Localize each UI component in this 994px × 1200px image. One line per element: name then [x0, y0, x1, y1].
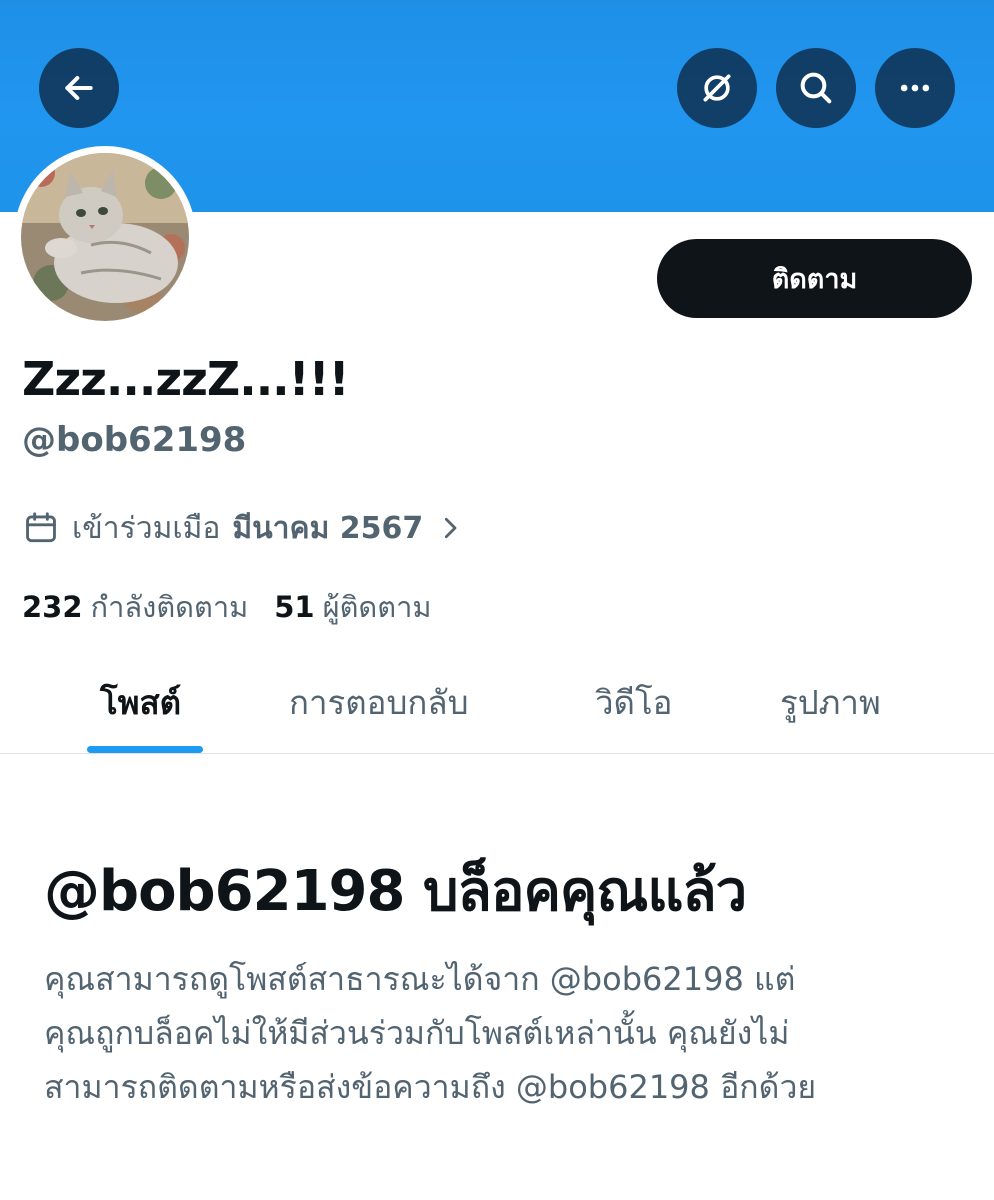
following-count: 232: [22, 590, 83, 624]
arrow-left-icon: [65, 76, 93, 100]
tab-replies[interactable]: การตอบกลับ: [289, 672, 469, 732]
grok-icon: [703, 74, 731, 102]
joined-date: มีนาคม 2567: [232, 510, 424, 546]
followers-link[interactable]: 51 ผู้ติดตาม: [274, 584, 431, 630]
blocked-message: คุณสามารถดูโพสต์สาธารณะได้จาก @bob62198 …: [44, 952, 964, 1114]
joined-date-row[interactable]: เข้าร่วมเมือ มีนาคม 2567: [22, 506, 465, 550]
profile-handle: @bob62198: [22, 420, 247, 460]
following-link[interactable]: 232 กำลังติดตาม: [22, 584, 248, 630]
joined-prefix: เข้าร่วมเมือ: [72, 510, 221, 546]
more-horizontal-icon: [900, 84, 930, 92]
search-icon: [800, 72, 832, 104]
active-tab-indicator: [87, 746, 203, 753]
grok-button[interactable]: [677, 48, 757, 128]
cat-avatar-image: [21, 153, 189, 321]
following-label: กำลังติดตาม: [90, 590, 249, 624]
avatar[interactable]: [21, 153, 189, 321]
profile-tabs: โพสต์ การตอบกลับ วิดีโอ รูปภาพ: [0, 654, 994, 754]
search-button[interactable]: [776, 48, 856, 128]
display-name: Zzz...zzZ...!!!: [22, 352, 350, 406]
blocked-title: @bob62198 บล็อคคุณแล้ว: [44, 859, 747, 924]
chevron-right-icon: [435, 513, 465, 543]
blocked-message-line: สามารถติดตามหรือส่งข้อความถึง @bob62198 …: [44, 1068, 817, 1106]
blocked-message-line: คุณสามารถดูโพสต์สาธารณะได้จาก @bob62198 …: [44, 960, 796, 998]
tab-photos[interactable]: รูปภาพ: [780, 672, 881, 732]
blocked-message-line: คุณถูกบล็อคไม่ให้มีส่วนร่วมกับโพสต์เหล่า…: [44, 1014, 790, 1052]
tab-posts[interactable]: โพสต์: [100, 672, 181, 732]
tab-videos[interactable]: วิดีโอ: [595, 672, 673, 732]
follow-stats: 232 กำลังติดตาม 51 ผู้ติดตาม: [22, 584, 432, 630]
follow-button[interactable]: ติดตาม: [657, 239, 972, 318]
back-button[interactable]: [39, 48, 119, 128]
followers-count: 51: [274, 590, 315, 624]
avatar-frame[interactable]: [14, 146, 196, 328]
more-button[interactable]: [875, 48, 955, 128]
followers-label: ผู้ติดตาม: [322, 590, 432, 624]
calendar-icon: [22, 509, 60, 547]
